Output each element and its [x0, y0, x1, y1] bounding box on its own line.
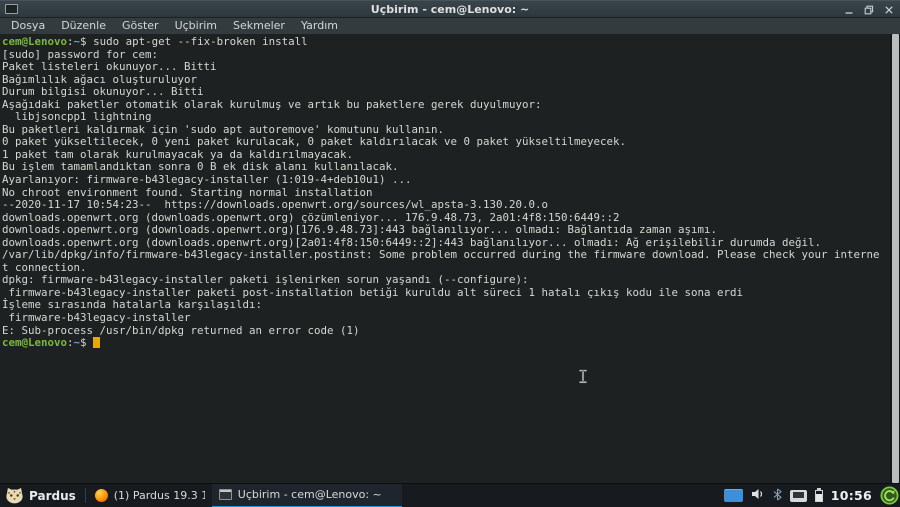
display-icon[interactable] [723, 489, 743, 502]
menu-item-dosya[interactable]: Dosya [3, 18, 53, 34]
start-menu-label: Pardus [29, 488, 76, 503]
task-label: Uçbirim - cem@Lenovo: ~ [237, 488, 382, 501]
system-tray: 10:56 [723, 486, 900, 505]
menu-item-düzenle[interactable]: Düzenle [53, 18, 114, 34]
taskbar-task-terminal[interactable]: Uçbirim - cem@Lenovo: ~ [211, 483, 402, 507]
desktop-screen: Uçbirim - cem@Lenovo: ~ Dosya Düzenle Göst… [0, 0, 900, 507]
terminal-line: Paket listeleri okunuyor... Bitti [2, 60, 217, 74]
window-titlebar[interactable]: Uçbirim - cem@Lenovo: ~ [0, 0, 900, 17]
updates-icon[interactable] [880, 486, 899, 505]
start-menu-button[interactable]: Pardus [0, 484, 83, 507]
taskbar-clock[interactable]: 10:56 [831, 488, 872, 503]
taskbar-task-firefox[interactable]: (1) Pardus 19.3 19.4 Sür... [88, 484, 212, 507]
terminal-line: /var/lib/dpkg/info/firmware-b43legacy-in… [2, 248, 880, 262]
terminal-line: cem@Lenovo:~$ sudo apt-get --fix-broken … [2, 36, 308, 48]
battery-icon[interactable] [814, 488, 823, 502]
terminal-line: cem@Lenovo:~$ [2, 336, 889, 350]
terminal-cursor [93, 337, 100, 349]
pardus-logo-icon [6, 487, 23, 504]
menu-item-sekmeler[interactable]: Sekmeler [225, 18, 293, 34]
firefox-icon [94, 489, 108, 502]
taskbar-separator [84, 488, 86, 503]
window-title: Uçbirim - cem@Lenovo: ~ [370, 2, 530, 16]
terminal-view[interactable]: cem@Lenovo:~$ sudo apt-get --fix-broken … [0, 34, 900, 483]
bluetooth-icon[interactable] [773, 488, 782, 504]
terminal-line: Ayarlanıyor: firmware-b43legacy-installe… [2, 173, 412, 187]
terminal-line: Durum bilgisi okunuyor... Bitti [2, 85, 204, 99]
minimize-button[interactable] [843, 4, 854, 15]
menu-item-yardım[interactable]: Yardım [293, 18, 346, 34]
terminal-line: libjsoncpp1 lightning [2, 110, 152, 124]
close-button[interactable] [883, 4, 894, 15]
network-icon[interactable] [789, 489, 807, 502]
terminal-line: --2020-11-17 10:54:23-- https://download… [2, 198, 549, 212]
mouse-ibeam-cursor [578, 369, 589, 388]
scrollbar-thumb[interactable] [892, 34, 899, 483]
terminal-scrollbar[interactable] [890, 34, 900, 483]
task-label: (1) Pardus 19.3 19.4 Sür... [113, 489, 205, 502]
terminal-output: cem@Lenovo:~$ sudo apt-get --fix-broken … [2, 36, 889, 483]
taskbar: Pardus (1) Pardus 19.3 19.4 Sür... Uçbir… [0, 483, 900, 507]
menu-item-göster[interactable]: Göster [114, 18, 167, 34]
terminal-icon [218, 489, 232, 500]
menu-bar: Dosya Düzenle Göster Uçbirim Sekmeler Yardım [0, 18, 900, 34]
terminal-line: firmware-b43legacy-installer [2, 311, 191, 325]
menu-item-uçbirim[interactable]: Uçbirim [167, 18, 225, 34]
volume-icon[interactable] [751, 488, 765, 503]
terminal-line: downloads.openwrt.org (downloads.openwrt… [2, 223, 718, 237]
terminal-line: E: Sub-process /usr/bin/dpkg returned an… [2, 323, 360, 337]
maximize-button[interactable] [863, 4, 874, 15]
terminal-window-icon [5, 4, 18, 14]
window-controls [843, 1, 894, 18]
